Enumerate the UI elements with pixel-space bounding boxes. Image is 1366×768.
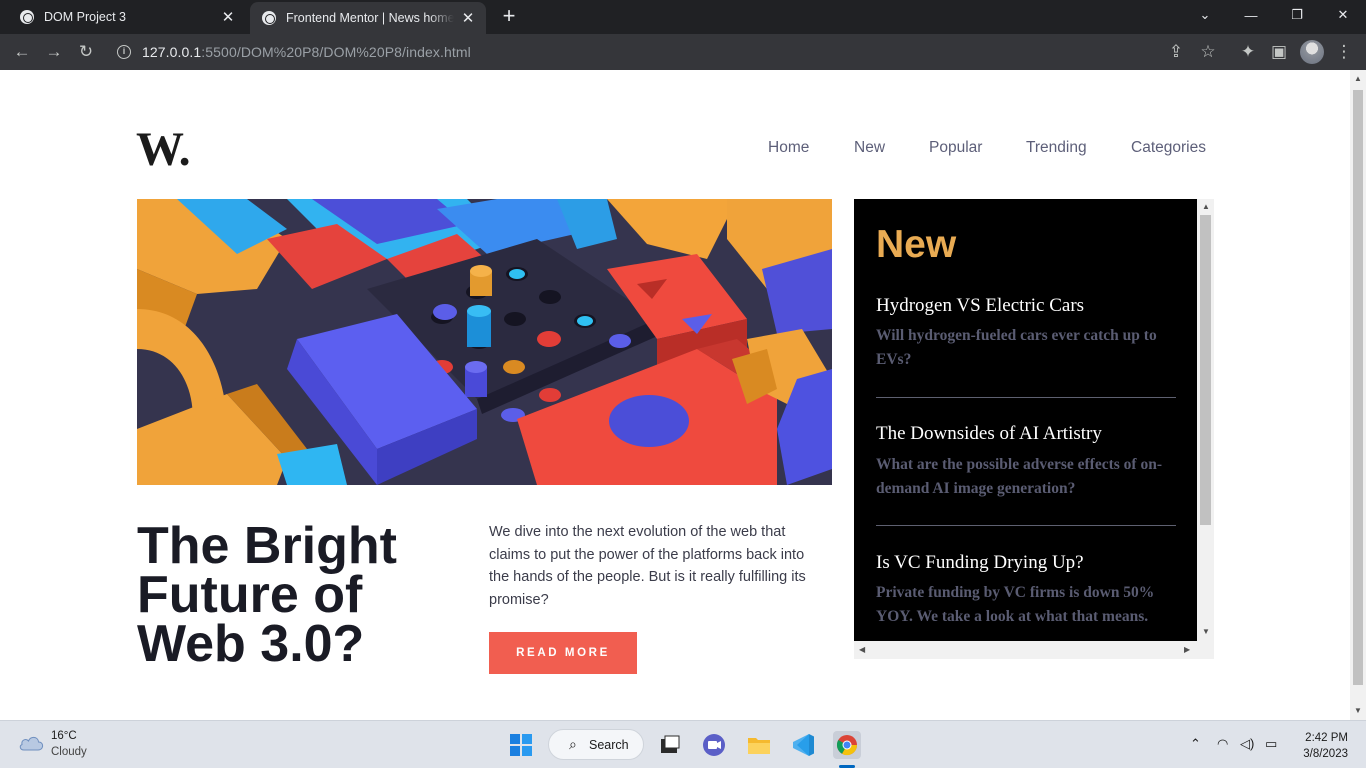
sidebar-title: New [876, 223, 957, 266]
site-info-icon[interactable]: i [117, 45, 131, 59]
site-logo[interactable]: W. [136, 122, 191, 177]
page-viewport: W. Home New Popular Trending Categories [0, 70, 1350, 720]
file-explorer-icon[interactable] [745, 731, 773, 759]
new-tab-button[interactable]: + [497, 5, 521, 29]
scroll-right-icon[interactable]: ▶ [1184, 645, 1190, 654]
search-icon: ⌕ [569, 736, 577, 752]
nav-popular[interactable]: Popular [929, 139, 982, 157]
news-divider [876, 525, 1176, 526]
new-sidebar: New Hydrogen VS Electric Cars Will hydro… [854, 199, 1197, 641]
hero-headline: The Bright Future of Web 3.0? [137, 517, 397, 673]
back-icon[interactable]: ← [10, 40, 34, 64]
new-sidebar-container: New Hydrogen VS Electric Cars Will hydro… [854, 199, 1214, 659]
weather-condition[interactable]: Cloudy [51, 746, 87, 758]
close-tab-icon[interactable]: ✕ [460, 10, 476, 27]
minimize-button[interactable]: — [1228, 0, 1274, 30]
read-more-button[interactable]: READ MORE [489, 632, 637, 674]
page-vertical-scrollbar[interactable]: ▲ ▼ [1350, 70, 1366, 720]
nav-new[interactable]: New [854, 139, 885, 157]
tab-title: Frontend Mentor | News homepage [286, 11, 454, 25]
share-icon[interactable]: ⇪ [1164, 40, 1188, 64]
profile-avatar[interactable] [1300, 40, 1324, 64]
scroll-up-icon[interactable]: ▲ [1354, 74, 1362, 83]
wifi-icon[interactable]: ◠ [1217, 736, 1228, 752]
news-item-title[interactable]: The Downsides of AI Artistry [876, 423, 1102, 445]
close-tab-icon[interactable]: ✕ [220, 9, 236, 26]
teams-chat-icon[interactable] [700, 731, 728, 759]
tab-search-icon[interactable]: ⌄ [1182, 0, 1228, 30]
browser-toolbar: ← → ↻ i 127.0.0.1:5500/DOM%20P8/DOM%20P8… [0, 34, 1366, 70]
nav-categories[interactable]: Categories [1131, 139, 1206, 157]
news-item-title[interactable]: Hydrogen VS Electric Cars [876, 295, 1084, 317]
battery-icon[interactable]: ▭ [1265, 736, 1277, 752]
tab-news-homepage[interactable]: Frontend Mentor | News homepage ✕ [250, 2, 486, 34]
weather-temp[interactable]: 16°C [51, 730, 77, 742]
volume-icon[interactable]: ◁) [1240, 736, 1254, 752]
hero-illustration [137, 199, 832, 485]
reload-icon[interactable]: ↻ [74, 40, 98, 64]
taskbar-clock[interactable]: 2:42 PM 3/8/2023 [1303, 730, 1348, 762]
sidebar-scroll-thumb[interactable] [1200, 215, 1211, 525]
scroll-down-icon[interactable]: ▼ [1202, 627, 1210, 636]
hero-description: We dive into the next evolution of the w… [489, 524, 806, 608]
tab-title: DOM Project 3 [44, 10, 126, 24]
tab-dom-project-3[interactable]: DOM Project 3 ✕ [8, 2, 246, 32]
globe-icon [20, 10, 34, 24]
cloud-icon [19, 736, 44, 751]
extensions-icon[interactable]: ✦ [1236, 40, 1260, 64]
bookmark-star-icon[interactable]: ☆ [1196, 40, 1220, 64]
news-item-desc: Private funding by VC firms is down 50% … [876, 584, 1155, 625]
menu-kebab-icon[interactable]: ⋮ [1332, 40, 1356, 64]
nav-trending[interactable]: Trending [1026, 139, 1087, 157]
chevron-up-icon[interactable]: ⌃ [1190, 736, 1201, 752]
vscode-icon[interactable] [789, 731, 817, 759]
windows-start-icon[interactable] [507, 731, 535, 759]
sidebar-horizontal-scrollbar[interactable]: ◀ ▶ [854, 641, 1197, 659]
side-panel-icon[interactable]: ▣ [1267, 40, 1291, 64]
scroll-up-icon[interactable]: ▲ [1202, 202, 1210, 211]
nav-home[interactable]: Home [768, 139, 809, 157]
chrome-icon[interactable] [833, 731, 861, 759]
globe-icon [262, 11, 276, 25]
sidebar-vertical-scrollbar[interactable]: ▲ ▼ [1197, 199, 1214, 641]
news-item-desc: Will hydrogen-fueled cars ever catch up … [876, 327, 1157, 368]
browser-tab-strip: DOM Project 3 ✕ Frontend Mentor | News h… [0, 0, 1366, 34]
forward-icon[interactable]: → [42, 40, 66, 64]
windows-taskbar: 16°C Cloudy ⌕ Search ⌃ ◠ ◁) ▭ 2:42 PM 3/… [0, 720, 1366, 768]
taskbar-search[interactable]: ⌕ Search [548, 729, 644, 760]
hero-image [137, 199, 832, 485]
news-item-desc: What are the possible adverse effects of… [876, 456, 1162, 497]
news-item-title[interactable]: Is VC Funding Drying Up? [876, 552, 1084, 574]
scroll-down-icon[interactable]: ▼ [1354, 706, 1362, 715]
scroll-left-icon[interactable]: ◀ [859, 645, 865, 654]
address-bar[interactable]: 127.0.0.1:5500/DOM%20P8/DOM%20P8/index.h… [142, 44, 471, 60]
close-window-button[interactable]: ✕ [1320, 0, 1366, 30]
restore-button[interactable]: ❐ [1274, 0, 1320, 30]
news-divider [876, 397, 1176, 398]
page-scroll-thumb[interactable] [1353, 90, 1363, 685]
task-view-icon[interactable] [656, 731, 684, 759]
